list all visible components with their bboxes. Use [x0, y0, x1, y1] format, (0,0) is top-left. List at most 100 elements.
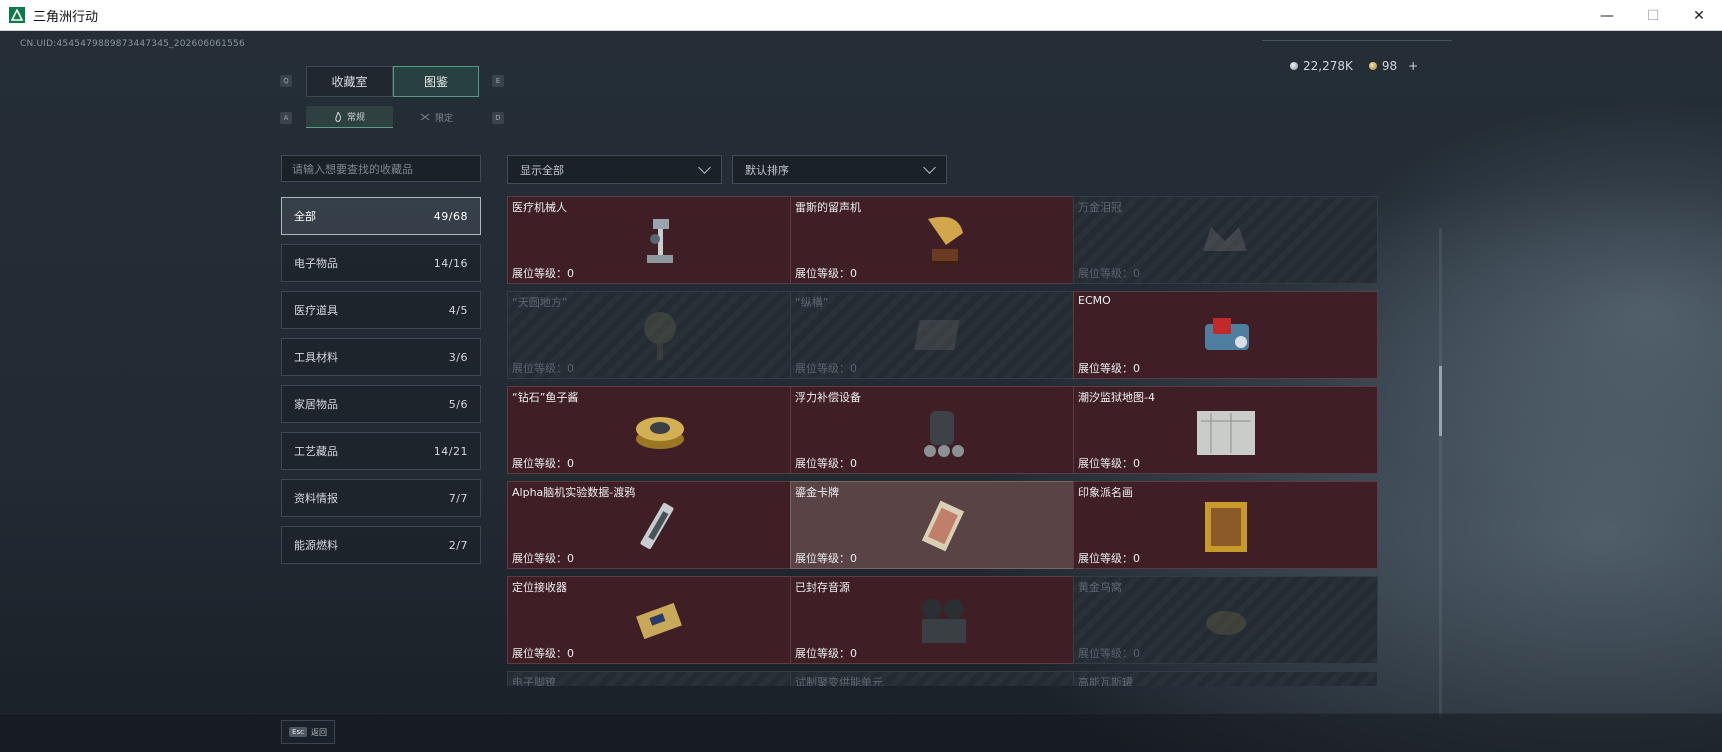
item-level-prefix: 展位等级： [795, 552, 850, 565]
category-item[interactable]: 电子物品 14/16 [281, 244, 481, 282]
chevron-down-icon [698, 160, 711, 174]
collection-card[interactable]: 试制聚变供能单元 [790, 671, 1095, 686]
window-controls: — ☐ ✕ [1584, 0, 1722, 31]
nest-icon [1191, 591, 1261, 657]
category-count: 49/68 [433, 209, 468, 223]
category-item[interactable]: 工艺藏品 14/21 [281, 432, 481, 470]
silver-amount: 22,278K [1303, 59, 1353, 73]
item-name: 万金泪冠 [1078, 201, 1122, 214]
collection-card[interactable]: 雷斯的留声机 展位等级：0 [790, 196, 1095, 284]
collection-card[interactable]: 黄金鸟窝 展位等级：0 [1073, 576, 1378, 664]
esc-key-hint: Esc [289, 727, 307, 737]
collection-card[interactable]: Alpha脑机实验数据-渡鸦 展位等级：0 [507, 481, 812, 569]
collection-card[interactable]: 电子脚镣 [507, 671, 812, 686]
collection-card[interactable]: 定位接收器 展位等级：0 [507, 576, 812, 664]
chevron-down-icon [923, 160, 936, 174]
add-currency-button[interactable]: + [1408, 59, 1418, 73]
collection-card[interactable]: 印象派名画 展位等级：0 [1073, 481, 1378, 569]
subtab-regular-label: 常规 [346, 113, 365, 123]
item-level-value: 0 [567, 267, 574, 280]
player-uid: CN.UID:4545479889873447345_202606061556 [20, 39, 245, 49]
sort-dropdown[interactable]: 默认排序 [732, 155, 947, 184]
header-divider [1262, 40, 1452, 41]
tab-next-key-hint: E [492, 75, 504, 87]
category-label: 工艺藏品 [294, 445, 338, 458]
buoyancy-device-icon [908, 401, 978, 467]
collection-card[interactable]: 万金泪冠 展位等级：0 [1073, 196, 1378, 284]
flame-icon [335, 111, 341, 122]
item-level-prefix: 展位等级： [512, 457, 567, 470]
subtab-limited[interactable]: 限定 [393, 106, 480, 128]
sub-tabs: 常规 限定 [306, 106, 480, 128]
collection-card[interactable]: “天圆地方” 展位等级：0 [507, 291, 812, 379]
category-item[interactable]: 工具材料 3/6 [281, 338, 481, 376]
crown-icon [1191, 211, 1261, 277]
item-name: 浮力补偿设备 [795, 391, 861, 404]
item-level: 展位等级：0 [512, 455, 574, 471]
collection-card[interactable]: 浮力补偿设备 展位等级：0 [790, 386, 1095, 474]
category-item[interactable]: 能源燃料 2/7 [281, 526, 481, 564]
item-level: 展位等级：0 [795, 360, 857, 376]
subtab-next-key-hint: D [492, 112, 504, 124]
bottom-bar [0, 713, 1722, 752]
category-item[interactable]: 医疗道具 4/5 [281, 291, 481, 329]
item-name: ECMO [1078, 294, 1111, 307]
tab-collection-room[interactable]: 收藏室 [306, 66, 393, 97]
item-name: 印象派名画 [1078, 486, 1133, 499]
receiver-icon [625, 591, 695, 657]
tab-catalog[interactable]: 图鉴 [393, 66, 479, 97]
collection-card[interactable]: 潮汐监狱地图-4 展位等级：0 [1073, 386, 1378, 474]
silver-currency: 22,278K [1290, 59, 1353, 73]
gold-currency[interactable]: 98 + [1368, 59, 1418, 73]
item-name: 电子脚镣 [512, 676, 556, 686]
filter-dropdown[interactable]: 显示全部 [507, 155, 722, 184]
category-count: 14/16 [433, 256, 468, 270]
gramophone-icon [908, 211, 978, 277]
collection-card[interactable]: 已封存音源展位等级：0 [790, 576, 1095, 664]
tree-icon [625, 306, 695, 372]
item-level-prefix: 展位等级： [795, 647, 850, 660]
data-device-icon [625, 496, 695, 562]
ecmo-icon [1191, 306, 1261, 372]
tape-recorder-icon [908, 591, 978, 657]
grid-scrollbar-track[interactable] [1439, 228, 1442, 718]
collection-card[interactable]: ECMO 展位等级：0 [1073, 291, 1378, 379]
item-level-prefix: 展位等级： [795, 267, 850, 280]
item-level-value: 0 [1133, 267, 1140, 280]
item-level: 展位等级：0 [1078, 455, 1140, 471]
collection-card[interactable]: “纵横” 展位等级：0 [790, 291, 1095, 379]
item-level: 展位等级：0 [512, 645, 574, 661]
caviar-tin-icon [625, 401, 695, 467]
category-count: 7/7 [448, 491, 468, 505]
item-level-prefix: 展位等级： [795, 457, 850, 470]
minimize-button[interactable]: — [1584, 0, 1630, 31]
category-item[interactable]: 家居物品 5/6 [281, 385, 481, 423]
category-count: 4/5 [448, 303, 468, 317]
collection-card[interactable]: 医疗机械人展位等级：0 [507, 196, 812, 284]
window-titlebar: 三角洲行动 — ☐ ✕ [0, 0, 1722, 31]
item-level: 展位等级：0 [795, 645, 857, 661]
grid-scrollbar-thumb[interactable] [1439, 366, 1442, 436]
item-name: 潮汐监狱地图-4 [1078, 391, 1155, 404]
category-item[interactable]: 全部 49/68 [281, 197, 481, 235]
category-item[interactable]: 资料情报 7/7 [281, 479, 481, 517]
collection-card[interactable]: “钻石”鱼子酱 展位等级：0 [507, 386, 812, 474]
search-input[interactable]: 请输入想要查找的收藏品 [281, 155, 481, 182]
item-level-prefix: 展位等级： [512, 267, 567, 280]
category-label: 医疗道具 [294, 304, 338, 317]
main-tabs: 收藏室 图鉴 [306, 66, 479, 97]
category-count: 3/6 [448, 350, 468, 364]
item-name: 已封存音源 [795, 581, 850, 594]
item-name: 鎏金卡牌 [795, 486, 839, 499]
maximize-button[interactable]: ☐ [1630, 0, 1676, 31]
back-button[interactable]: Esc 返回 [281, 720, 335, 744]
subtab-regular[interactable]: 常规 [306, 106, 393, 128]
category-label: 资料情报 [294, 492, 338, 505]
back-label: 返回 [310, 727, 327, 737]
close-button[interactable]: ✕ [1676, 0, 1722, 31]
item-name: 医疗机械人 [512, 201, 567, 214]
collection-card[interactable]: 高能瓦斯罐 [1073, 671, 1378, 686]
collection-card[interactable]: 鎏金卡牌 展位等级：0 [790, 481, 1095, 569]
tab-prev-key-hint: Q [280, 75, 292, 87]
item-level-prefix: 展位等级： [512, 552, 567, 565]
